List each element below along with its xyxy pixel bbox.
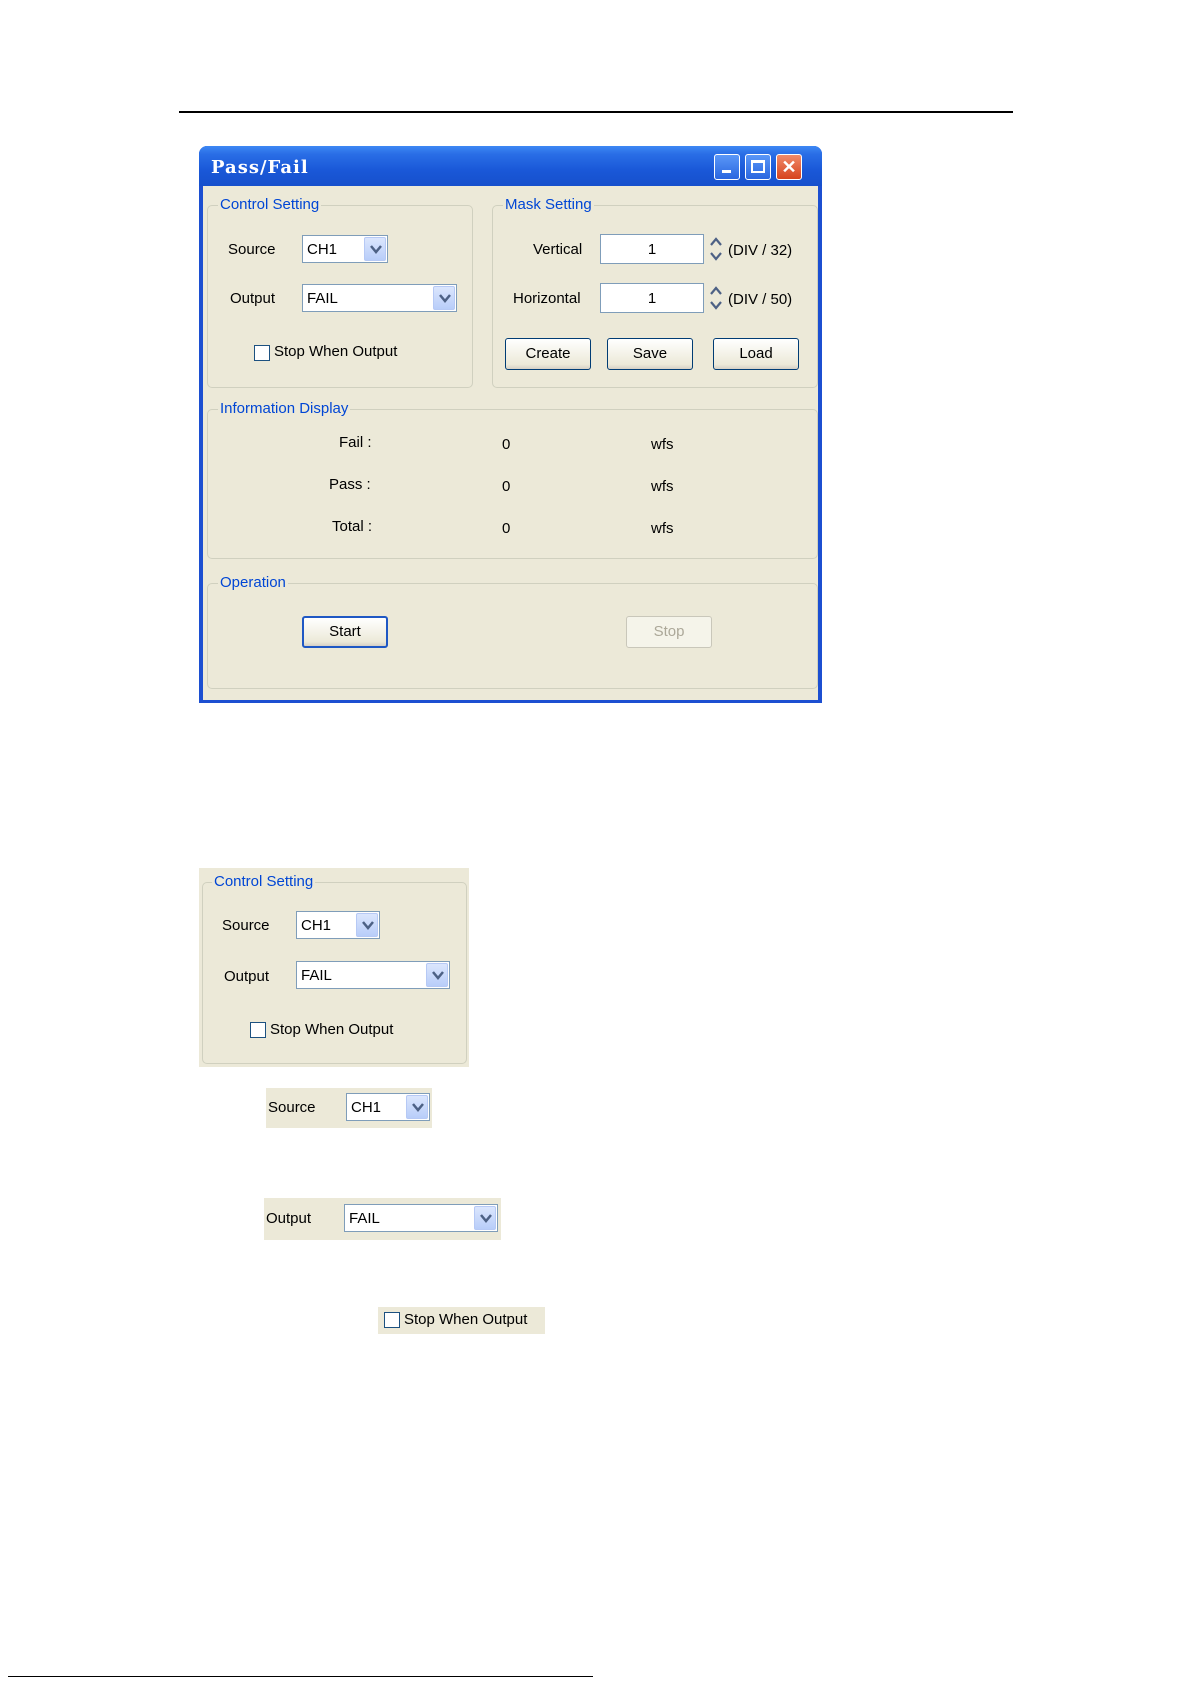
title-bar[interactable]: Pass/Fail ✕	[199, 146, 822, 186]
output-label: Output	[230, 290, 276, 307]
maximize-icon	[751, 160, 765, 173]
chevron-down-icon[interactable]	[474, 1206, 496, 1230]
chevron-down-icon[interactable]	[426, 963, 448, 987]
stop-when-output-label[interactable]: Stop When Output	[274, 343, 397, 360]
source-value: CH1	[351, 1099, 382, 1116]
total-unit: wfs	[651, 520, 674, 537]
spin-down-icon[interactable]	[706, 298, 726, 313]
pass-value: 0	[502, 478, 511, 495]
vertical-value: 1	[647, 241, 657, 258]
mask-setting-legend: Mask Setting	[503, 196, 594, 213]
chevron-down-icon[interactable]	[406, 1095, 428, 1119]
horizontal-input[interactable]: 1	[600, 283, 704, 313]
stop-when-output-crop: Stop When Output	[378, 1307, 545, 1334]
source-label: Source	[228, 241, 276, 258]
operation-legend: Operation	[218, 574, 288, 591]
chevron-down-icon[interactable]	[356, 913, 378, 937]
stop-when-output-label[interactable]: Stop When Output	[404, 1311, 527, 1328]
save-button[interactable]: Save	[607, 338, 693, 370]
stop-when-output-checkbox[interactable]	[384, 1312, 400, 1328]
horizontal-value: 1	[647, 290, 657, 307]
vertical-unit: (DIV / 32)	[728, 242, 793, 259]
load-button[interactable]: Load	[713, 338, 799, 370]
vertical-spinner[interactable]	[706, 234, 726, 264]
operation-group: Operation Start Stop	[207, 574, 818, 689]
spin-down-icon[interactable]	[706, 249, 726, 264]
spin-up-icon[interactable]	[706, 283, 726, 298]
horizontal-label: Horizontal	[513, 290, 581, 307]
source-value: CH1	[307, 241, 338, 258]
output-value: FAIL	[307, 290, 338, 307]
output-select[interactable]: FAIL	[302, 284, 457, 312]
output-select[interactable]: FAIL	[296, 961, 450, 989]
maximize-button[interactable]	[745, 154, 771, 180]
control-setting-legend: Control Setting	[218, 196, 322, 213]
window-title: Pass/Fail	[211, 157, 309, 178]
control-setting-group: Control Setting Source CH1 Output FAIL S…	[207, 196, 473, 388]
stop-when-output-checkbox[interactable]	[254, 345, 270, 361]
pass-fail-window: Pass/Fail ✕ Control Setting Source CH1 O…	[199, 146, 822, 703]
pass-label: Pass :	[329, 476, 371, 493]
vertical-label: Vertical	[533, 241, 583, 258]
total-label: Total :	[332, 518, 373, 535]
mask-setting-group: Mask Setting Vertical 1 (DIV / 32) Horiz…	[492, 196, 818, 388]
horizontal-spinner[interactable]	[706, 283, 726, 313]
source-label: Source	[268, 1099, 316, 1116]
output-label: Output	[224, 968, 270, 985]
information-display-legend: Information Display	[218, 400, 351, 417]
control-setting-crop: Control Setting Source CH1 Output FAIL S…	[199, 868, 469, 1067]
chevron-down-icon[interactable]	[364, 237, 386, 261]
output-value: FAIL	[349, 1210, 380, 1227]
close-button[interactable]: ✕	[776, 154, 802, 180]
stop-when-output-label[interactable]: Stop When Output	[270, 1021, 393, 1038]
vertical-input[interactable]: 1	[600, 234, 704, 264]
output-label: Output	[266, 1210, 312, 1227]
source-crop: Source CH1	[266, 1088, 432, 1128]
total-value: 0	[502, 520, 511, 537]
fail-value: 0	[502, 436, 511, 453]
source-value: CH1	[301, 917, 332, 934]
pass-unit: wfs	[651, 478, 674, 495]
stop-when-output-checkbox[interactable]	[250, 1022, 266, 1038]
output-crop: Output FAIL	[264, 1198, 501, 1240]
source-select[interactable]: CH1	[296, 911, 380, 939]
output-value: FAIL	[301, 967, 332, 984]
output-select[interactable]: FAIL	[344, 1204, 498, 1232]
spin-up-icon[interactable]	[706, 234, 726, 249]
stop-button[interactable]: Stop	[626, 616, 712, 648]
information-display-group: Information Display Fail : 0 wfs Pass : …	[207, 400, 818, 559]
footer-rule	[8, 1676, 593, 1677]
control-setting-group: Control Setting Source CH1 Output FAIL S…	[202, 873, 467, 1064]
control-setting-legend: Control Setting	[212, 873, 316, 890]
chevron-down-icon[interactable]	[433, 286, 455, 310]
minimize-button[interactable]	[714, 154, 740, 180]
minimize-icon	[722, 170, 731, 173]
fail-label: Fail :	[339, 434, 372, 451]
horizontal-unit: (DIV / 50)	[728, 291, 793, 308]
source-select[interactable]: CH1	[346, 1093, 430, 1121]
create-button[interactable]: Create	[505, 338, 591, 370]
start-button[interactable]: Start	[302, 616, 388, 648]
source-label: Source	[222, 917, 270, 934]
header-rule	[179, 111, 1013, 113]
source-select[interactable]: CH1	[302, 235, 388, 263]
close-icon: ✕	[781, 157, 797, 177]
fail-unit: wfs	[651, 436, 674, 453]
dialog-client: Control Setting Source CH1 Output FAIL S…	[203, 186, 818, 700]
